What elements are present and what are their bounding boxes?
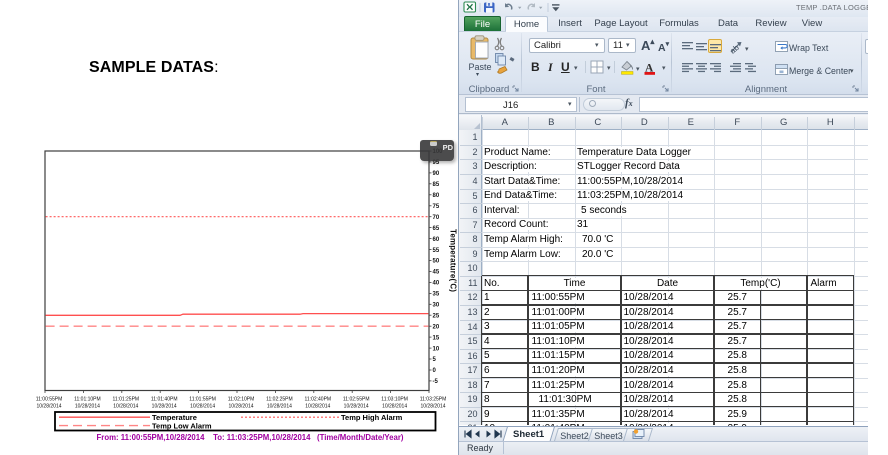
- svg-text:40: 40: [433, 281, 440, 287]
- svg-text:▾: ▾: [636, 66, 640, 73]
- svg-text:10/28/2014: 10/28/2014: [344, 404, 369, 410]
- svg-text:11:01:25PM: 11:01:25PM: [113, 397, 140, 403]
- svg-text:60: 60: [433, 237, 440, 243]
- svg-text:11:03:10PM: 11:03:10PM: [381, 397, 408, 403]
- svg-text:Temp High Alarm: Temp High Alarm: [341, 413, 403, 422]
- svg-text:10/28/2014: 10/28/2014: [113, 404, 138, 410]
- svg-text:11:02:55PM: 11:02:55PM: [343, 397, 370, 403]
- svg-text:50: 50: [433, 259, 440, 265]
- svg-text:10/28/2014: 10/28/2014: [190, 404, 215, 410]
- svg-text:90: 90: [433, 171, 440, 177]
- svg-text:▾: ▾: [607, 65, 611, 72]
- svg-text:11:01:10PM: 11:01:10PM: [74, 397, 101, 403]
- svg-text:10/28/2014: 10/28/2014: [382, 404, 407, 410]
- svg-text:10/28/2014: 10/28/2014: [420, 404, 445, 410]
- svg-text:45: 45: [433, 270, 440, 276]
- svg-text:▾: ▾: [745, 46, 749, 53]
- svg-text:Temp Low Alarm: Temp Low Alarm: [152, 422, 212, 431]
- svg-text:11:02:25PM: 11:02:25PM: [266, 397, 293, 403]
- svg-text:-5: -5: [433, 379, 439, 385]
- svg-text:10/28/2014: 10/28/2014: [305, 404, 330, 410]
- svg-text:11:01:40PM: 11:01:40PM: [151, 397, 178, 403]
- svg-text:70: 70: [433, 215, 440, 221]
- svg-text:11:02:10PM: 11:02:10PM: [228, 397, 255, 403]
- svg-text:25: 25: [433, 313, 440, 319]
- svg-text:Temperature('C): Temperature('C): [449, 229, 458, 292]
- svg-text:11:03:25PM: 11:03:25PM: [420, 397, 447, 403]
- svg-text:5: 5: [433, 357, 437, 363]
- svg-text:11:01:55PM: 11:01:55PM: [189, 397, 216, 403]
- svg-text:10/28/2014: 10/28/2014: [152, 404, 177, 410]
- svg-text:85: 85: [433, 182, 440, 188]
- svg-text:10: 10: [433, 346, 440, 352]
- svg-text:55: 55: [433, 248, 440, 254]
- svg-text:65: 65: [433, 226, 440, 232]
- svg-text:From: 11:00:55PM,10/28/2014: From: 11:00:55PM,10/28/2014 To: 11:03:25…: [97, 433, 404, 442]
- svg-text:15: 15: [433, 335, 440, 341]
- svg-text:0: 0: [433, 368, 437, 374]
- svg-text:11:00:55PM: 11:00:55PM: [36, 397, 63, 403]
- svg-text:20: 20: [433, 324, 440, 330]
- svg-text:80: 80: [433, 193, 440, 199]
- svg-text:10/28/2014: 10/28/2014: [36, 404, 61, 410]
- svg-text:10/28/2014: 10/28/2014: [228, 404, 253, 410]
- svg-text:10/28/2014: 10/28/2014: [267, 404, 292, 410]
- svg-text:35: 35: [433, 292, 440, 298]
- svg-text:10/28/2014: 10/28/2014: [75, 404, 100, 410]
- svg-text:75: 75: [433, 204, 440, 210]
- svg-text:30: 30: [433, 303, 440, 309]
- svg-text:11:02:40PM: 11:02:40PM: [305, 397, 332, 403]
- svg-text:95: 95: [433, 160, 440, 166]
